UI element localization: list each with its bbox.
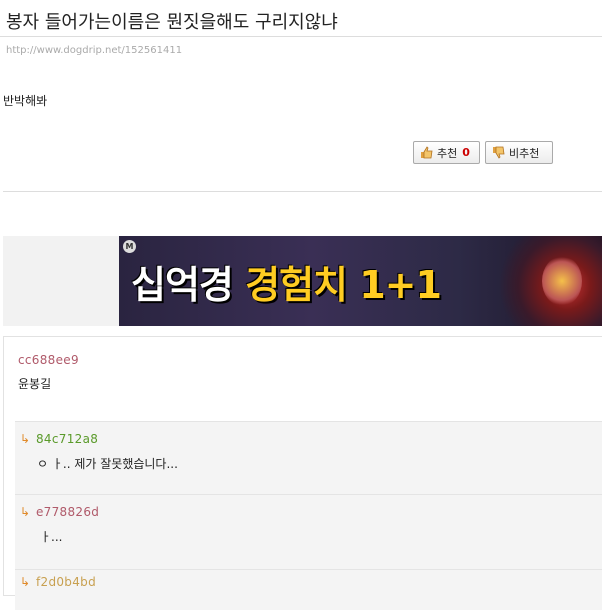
reply-author[interactable]: e778826d	[36, 505, 99, 519]
thumbs-up-icon	[420, 146, 433, 159]
ad-headline-gold: 경험치 1+1	[245, 263, 442, 307]
upvote-button[interactable]: 추천 0	[413, 141, 480, 164]
reply-text: ㅏ...	[40, 530, 63, 544]
ad-badge-icon: M	[123, 240, 136, 253]
upvote-count: 0	[462, 146, 470, 159]
downvote-button[interactable]: 비추천	[485, 141, 553, 164]
reply-item: ↳ 84c712a8 ㅇ ㅏ.. 제가 잘못했습니다...	[15, 421, 602, 494]
reply-arrow-icon: ↳	[20, 432, 31, 446]
reply-arrow-icon: ↳	[20, 575, 31, 589]
reply-author[interactable]: 84c712a8	[36, 432, 98, 446]
comment-text: 윤봉길	[18, 377, 52, 391]
title-divider	[0, 36, 602, 37]
comment-item: cc688ee9 윤봉길	[18, 353, 79, 392]
reply-arrow-icon: ↳	[20, 505, 31, 519]
reply-item: ↳ e778826d ㅏ...	[15, 494, 602, 569]
comment-author[interactable]: cc688ee9	[18, 353, 79, 367]
ad-character-art-glow	[542, 256, 582, 306]
ad-banner[interactable]: M 십억경 경험치 1+1	[119, 236, 602, 326]
ad-container: M 십억경 경험치 1+1	[3, 236, 602, 326]
thumbs-down-icon	[492, 146, 505, 159]
ad-headline-white: 십억경	[131, 263, 246, 307]
downvote-label: 비추천	[509, 146, 540, 160]
post-url-link[interactable]: http://www.dogdrip.net/152561411	[6, 45, 182, 56]
reply-author[interactable]: f2d0b4bd	[36, 575, 96, 589]
ad-headline: 십억경 경험치 1+1	[131, 254, 442, 309]
content-divider	[3, 191, 602, 192]
upvote-label: 추천	[437, 146, 458, 160]
reply-text: ㅇ ㅏ.. 제가 잘못했습니다...	[37, 457, 178, 471]
reply-item: ↳ f2d0b4bd	[15, 569, 602, 610]
comment-list: cc688ee9 윤봉길 ↳ 84c712a8 ㅇ ㅏ.. 제가 잘못했습니다.…	[3, 336, 602, 610]
post-title: 봉자 들어가는이름은 뭔짓을해도 구리지않냐	[6, 12, 338, 33]
post-body: 반박해봐	[3, 94, 48, 108]
